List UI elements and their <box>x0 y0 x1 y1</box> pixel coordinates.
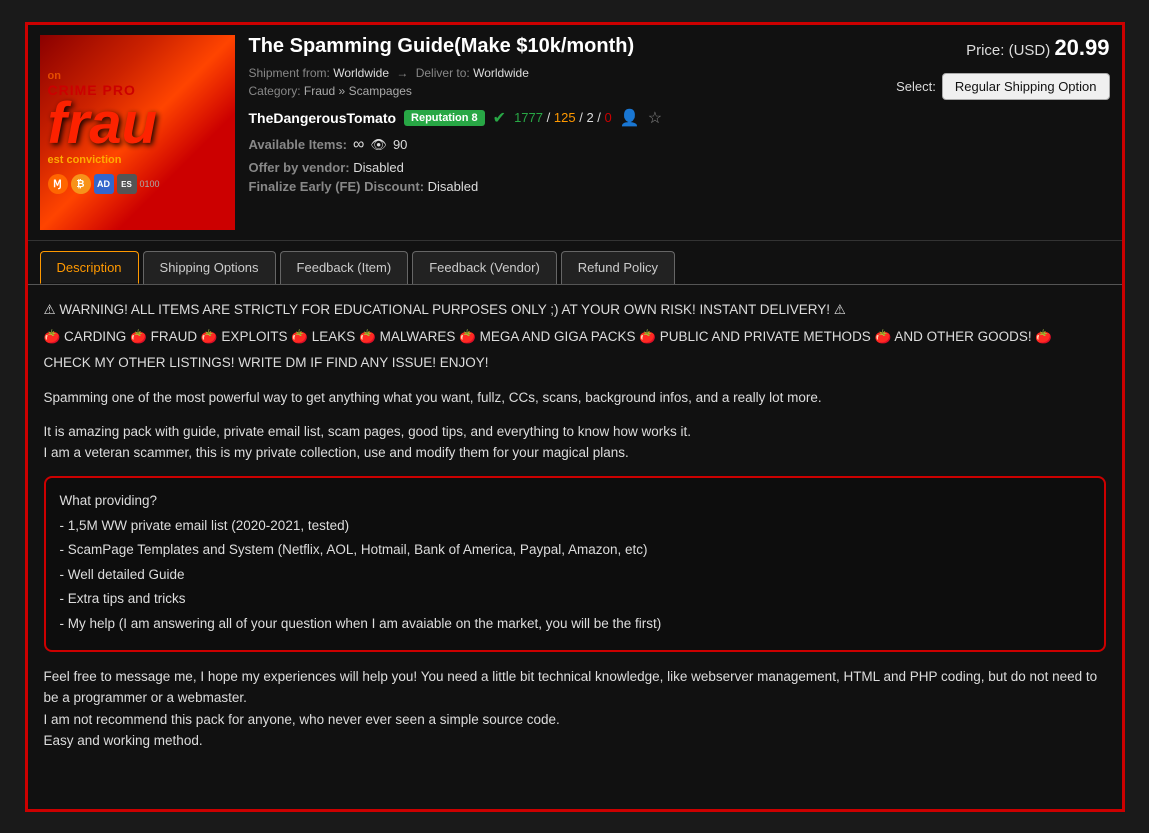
main-container: on Crime pro frau est conviction Ɱ ₿ AD … <box>25 22 1125 812</box>
tab-refund[interactable]: Refund Policy <box>561 251 675 284</box>
category-info: Category: Fraud » Scampages <box>249 84 876 98</box>
shipment-info: Shipment from: Worldwide → Deliver to: W… <box>249 66 876 80</box>
star-icon[interactable]: ☆ <box>648 108 662 128</box>
price-value: 20.99 <box>1054 35 1109 60</box>
verified-icon: ✔ <box>493 108 506 128</box>
tab-description[interactable]: Description <box>40 251 139 284</box>
check-my-line: CHECK MY OTHER LISTINGS! WRITE DM IF FIN… <box>44 352 1106 374</box>
product-section: on Crime pro frau est conviction Ɱ ₿ AD … <box>28 25 1122 241</box>
desc-para-2: It is amazing pack with guide, private e… <box>44 421 1106 464</box>
tab-feedback-vendor[interactable]: Feedback (Vendor) <box>412 251 557 284</box>
highlight-item-3: - Well detailed Guide <box>60 564 1090 586</box>
crypto-ad: AD <box>94 174 114 194</box>
warning-line: ⚠ WARNING! ALL ITEMS ARE STRICTLY FOR ED… <box>44 299 1106 321</box>
category-line: 🍅 CARDING 🍅 FRAUD 🍅 EXPLOITS 🍅 LEAKS 🍅 M… <box>44 326 1106 348</box>
crypto-monero: Ɱ <box>48 174 68 194</box>
vendor-row: TheDangerousTomato Reputation 8 ✔ 1777 /… <box>249 108 876 128</box>
price-display: Price: (USD) 20.99 <box>966 35 1109 61</box>
highlight-title: What providing? <box>60 490 1090 512</box>
vendor-stats: 1777 / 125 / 2 / 0 <box>514 110 612 125</box>
product-image: on Crime pro frau est conviction Ɱ ₿ AD … <box>40 35 235 230</box>
vendor-name[interactable]: TheDangerousTomato <box>249 110 397 126</box>
product-details: The Spamming Guide(Make $10k/month) Ship… <box>249 35 876 230</box>
reputation-badge: Reputation 8 <box>404 110 485 126</box>
highlight-item-4: - Extra tips and tricks <box>60 588 1090 610</box>
tab-feedback-item[interactable]: Feedback (Item) <box>280 251 409 284</box>
highlight-item-5: - My help (I am answering all of your qu… <box>60 613 1090 635</box>
content-section: ⚠ WARNING! ALL ITEMS ARE STRICTLY FOR ED… <box>28 285 1122 767</box>
highlighted-box: What providing? - 1,5M WW private email … <box>44 476 1106 652</box>
shipping-select-wrapper: Select: Regular Shipping Option <box>896 73 1109 100</box>
desc-para-1: Spamming one of the most powerful way to… <box>44 387 1106 409</box>
price-shipping-col: Price: (USD) 20.99 Select: Regular Shipp… <box>890 35 1110 230</box>
crypto-es: ES <box>117 174 137 194</box>
tabs-section: Description Shipping Options Feedback (I… <box>28 241 1122 285</box>
highlight-item-1: - 1,5M WW private email list (2020-2021,… <box>60 515 1090 537</box>
shipping-select-button[interactable]: Regular Shipping Option <box>942 73 1110 100</box>
avatar-icon: 👤 <box>620 108 640 128</box>
select-label: Select: <box>896 79 936 94</box>
offer-row: Offer by vendor: Disabled <box>249 160 876 175</box>
finalize-row: Finalize Early (FE) Discount: Disabled <box>249 179 876 194</box>
available-row: Available Items: ∞ 👁 90 <box>249 136 876 154</box>
product-title: The Spamming Guide(Make $10k/month) <box>249 35 876 58</box>
highlight-item-2: - ScamPage Templates and System (Netflix… <box>60 539 1090 561</box>
infinity-icon: ∞ <box>353 136 364 154</box>
crypto-extra: 0100 <box>140 174 160 194</box>
footer-para: Feel free to message me, I hope my exper… <box>44 666 1106 752</box>
tab-shipping[interactable]: Shipping Options <box>143 251 276 284</box>
crypto-bitcoin: ₿ <box>71 174 91 194</box>
eye-icon: 👁 <box>370 137 387 153</box>
